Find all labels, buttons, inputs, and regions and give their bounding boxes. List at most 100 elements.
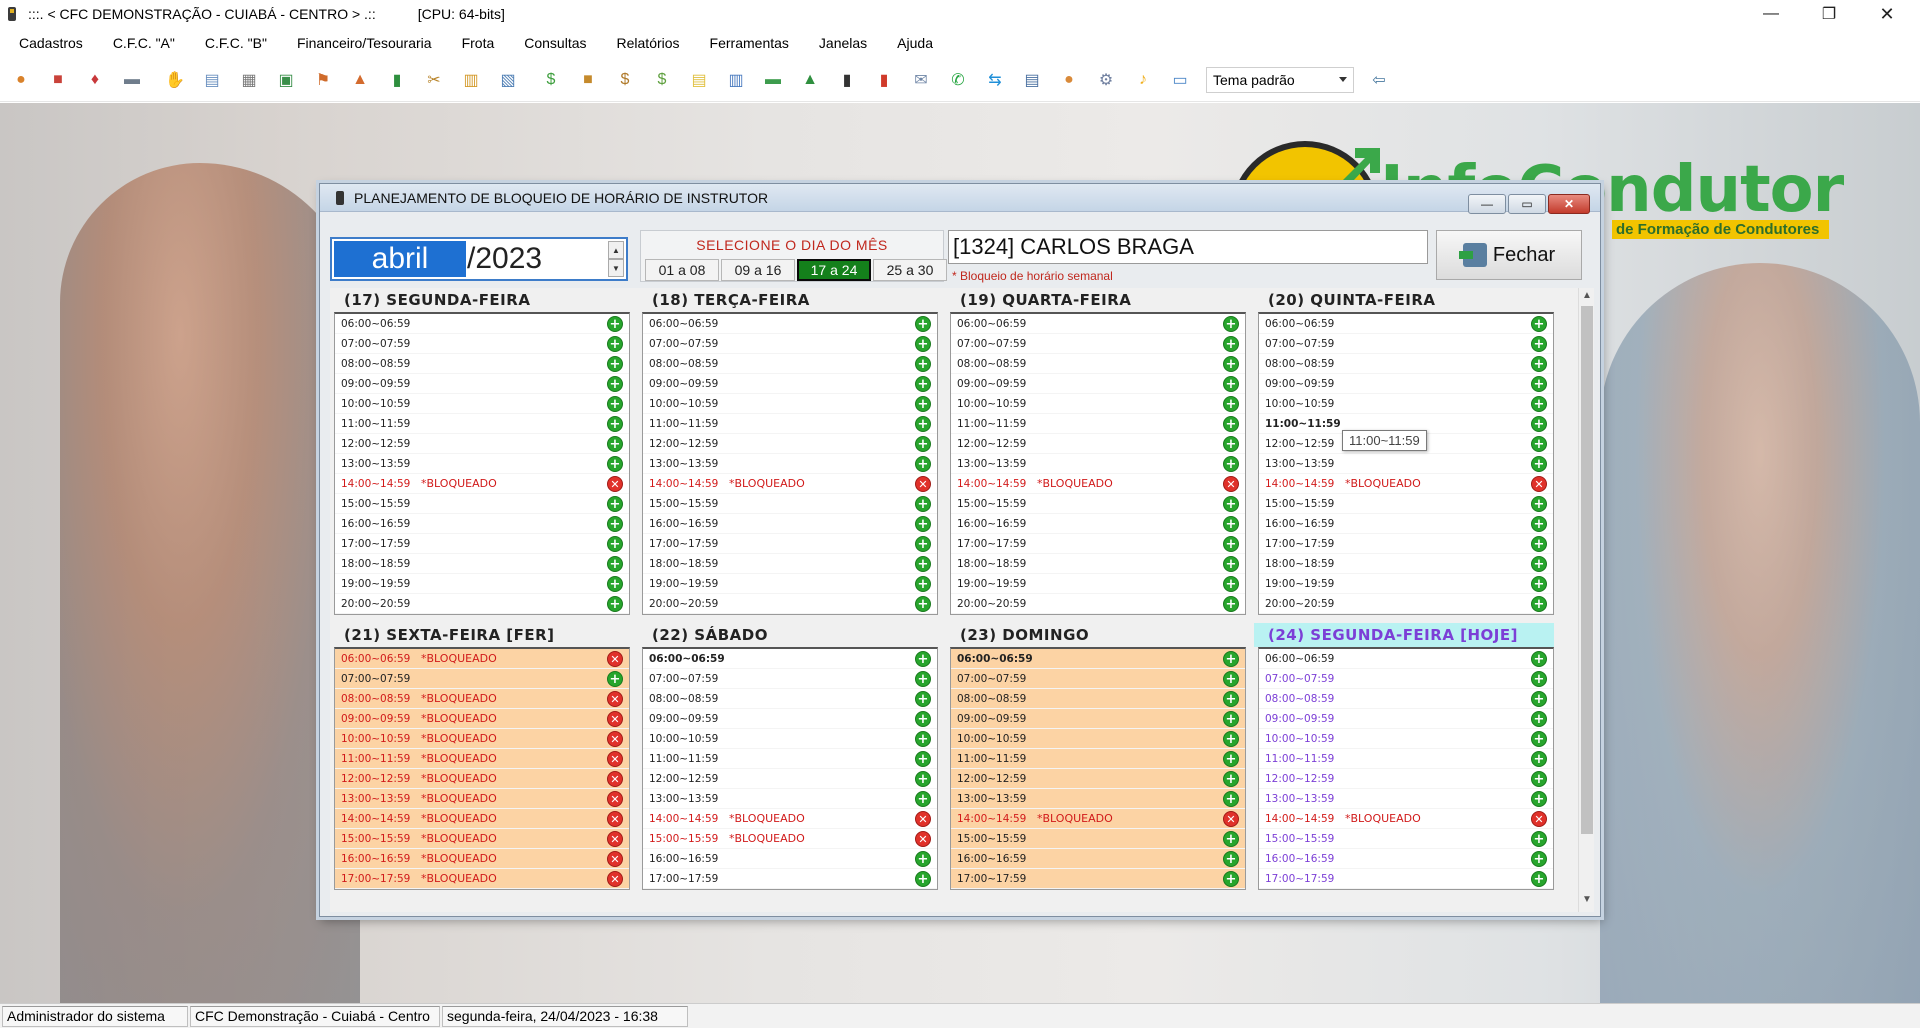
time-slot[interactable]: 18:00~18:59 +: [1259, 554, 1553, 574]
time-slot[interactable]: 18:00~18:59 +: [335, 554, 629, 574]
time-slot[interactable]: 08:00~08:59 *BLOQUEADO ✕: [335, 689, 629, 709]
add-block-icon[interactable]: +: [1223, 376, 1239, 392]
add-block-icon[interactable]: +: [1531, 771, 1547, 787]
add-block-icon[interactable]: +: [607, 396, 623, 412]
add-block-icon[interactable]: +: [1531, 536, 1547, 552]
time-slot[interactable]: 12:00~12:59 +: [335, 434, 629, 454]
list-icon[interactable]: ▤: [1017, 65, 1047, 95]
add-block-icon[interactable]: +: [607, 336, 623, 352]
time-slot[interactable]: 13:00~13:59 *BLOQUEADO ✕: [335, 789, 629, 809]
add-block-icon[interactable]: +: [1223, 416, 1239, 432]
year-value[interactable]: /2023: [467, 242, 542, 276]
add-block-icon[interactable]: +: [1223, 436, 1239, 452]
time-slot[interactable]: 09:00~09:59 +: [643, 709, 937, 729]
time-slot[interactable]: 17:00~17:59 +: [643, 534, 937, 554]
time-slot[interactable]: 10:00~10:59 +: [951, 394, 1245, 414]
add-block-icon[interactable]: +: [1223, 556, 1239, 572]
add-block-icon[interactable]: +: [1223, 731, 1239, 747]
remove-block-icon[interactable]: ✕: [607, 771, 623, 787]
upload-icon[interactable]: ▲: [345, 65, 375, 95]
time-slot[interactable]: 09:00~09:59 +: [643, 374, 937, 394]
instructor-field[interactable]: [1324] CARLOS BRAGA: [948, 230, 1428, 264]
time-slot[interactable]: 07:00~07:59 +: [1259, 334, 1553, 354]
time-slot[interactable]: 18:00~18:59 +: [951, 554, 1245, 574]
document-icon[interactable]: ▤: [197, 65, 227, 95]
time-slot[interactable]: 06:00~06:59 +: [643, 649, 937, 669]
remove-block-icon[interactable]: ✕: [1223, 476, 1239, 492]
time-slot[interactable]: 11:00~11:59 +: [335, 414, 629, 434]
time-slot[interactable]: 11:00~11:59 +: [1259, 749, 1553, 769]
add-block-icon[interactable]: +: [607, 456, 623, 472]
email-icon[interactable]: ✉: [906, 65, 936, 95]
remove-block-icon[interactable]: ✕: [607, 871, 623, 887]
time-slot[interactable]: 07:00~07:59 +: [951, 334, 1245, 354]
time-slot[interactable]: 17:00~17:59 +: [1259, 534, 1553, 554]
time-slot[interactable]: 07:00~07:59 +: [951, 669, 1245, 689]
add-block-icon[interactable]: +: [1531, 496, 1547, 512]
time-slot[interactable]: 19:00~19:59 +: [643, 574, 937, 594]
add-block-icon[interactable]: +: [607, 556, 623, 572]
time-slot[interactable]: 15:00~15:59 +: [643, 494, 937, 514]
range-17-24-button[interactable]: 17 a 24: [797, 259, 871, 281]
add-block-icon[interactable]: +: [1223, 711, 1239, 727]
add-block-icon[interactable]: +: [915, 436, 931, 452]
remove-block-icon[interactable]: ✕: [607, 476, 623, 492]
time-slot[interactable]: 09:00~09:59 +: [1259, 374, 1553, 394]
printer-icon[interactable]: ▦: [234, 65, 264, 95]
vertical-scrollbar[interactable]: ▲ ▼: [1578, 288, 1594, 912]
month-year-spinner[interactable]: abril /2023 ▲ ▼: [330, 237, 628, 281]
add-block-icon[interactable]: +: [1531, 436, 1547, 452]
fechar-button[interactable]: Fechar: [1436, 230, 1582, 280]
money-bag-icon[interactable]: $: [610, 65, 640, 95]
add-block-icon[interactable]: +: [607, 671, 623, 687]
add-block-icon[interactable]: +: [1531, 651, 1547, 667]
time-slot[interactable]: 16:00~16:59 +: [1259, 514, 1553, 534]
add-block-icon[interactable]: +: [915, 516, 931, 532]
add-block-icon[interactable]: +: [915, 496, 931, 512]
time-slot[interactable]: 08:00~08:59 +: [951, 689, 1245, 709]
time-slot[interactable]: 09:00~09:59 *BLOQUEADO ✕: [335, 709, 629, 729]
add-block-icon[interactable]: +: [1223, 851, 1239, 867]
time-slot[interactable]: 13:00~13:59 +: [643, 454, 937, 474]
time-slot[interactable]: 19:00~19:59 +: [951, 574, 1245, 594]
time-slot[interactable]: 13:00~13:59 +: [951, 454, 1245, 474]
time-slot[interactable]: 17:00~17:59 +: [643, 869, 937, 889]
add-block-icon[interactable]: +: [1223, 671, 1239, 687]
time-slot[interactable]: 08:00~08:59 +: [951, 354, 1245, 374]
dialog-close-button[interactable]: ✕: [1548, 194, 1590, 214]
add-block-icon[interactable]: +: [915, 316, 931, 332]
remove-block-icon[interactable]: ✕: [607, 751, 623, 767]
add-block-icon[interactable]: +: [915, 771, 931, 787]
time-slot[interactable]: 08:00~08:59 +: [643, 354, 937, 374]
restore-button[interactable]: ❐: [1800, 0, 1858, 28]
add-block-icon[interactable]: +: [915, 651, 931, 667]
time-slot[interactable]: 08:00~08:59 +: [643, 689, 937, 709]
money-icon[interactable]: $: [536, 65, 566, 95]
add-block-icon[interactable]: +: [915, 396, 931, 412]
add-block-icon[interactable]: +: [1531, 336, 1547, 352]
exit-icon[interactable]: ⇦: [1364, 65, 1394, 95]
time-slot[interactable]: 15:00~15:59 *BLOQUEADO ✕: [643, 829, 937, 849]
bell-icon[interactable]: ♪: [1128, 65, 1158, 95]
add-block-icon[interactable]: +: [1531, 791, 1547, 807]
add-block-icon[interactable]: +: [1531, 671, 1547, 687]
time-slot[interactable]: 11:00~11:59 +: [951, 749, 1245, 769]
time-slot[interactable]: 09:00~09:59 +: [335, 374, 629, 394]
add-block-icon[interactable]: +: [1223, 871, 1239, 887]
time-slot[interactable]: 18:00~18:59 +: [643, 554, 937, 574]
cash-register-icon[interactable]: ■: [43, 65, 73, 95]
time-slot[interactable]: 07:00~07:59 +: [1259, 669, 1553, 689]
time-slot[interactable]: 12:00~12:59 +: [643, 769, 937, 789]
time-slot[interactable]: 08:00~08:59 +: [1259, 354, 1553, 374]
time-slot[interactable]: 14:00~14:59 *BLOQUEADO ✕: [335, 809, 629, 829]
minimize-button[interactable]: —: [1742, 0, 1800, 28]
add-block-icon[interactable]: +: [1223, 356, 1239, 372]
time-slot[interactable]: 17:00~17:59 *BLOQUEADO ✕: [335, 869, 629, 889]
add-block-icon[interactable]: +: [915, 731, 931, 747]
add-block-icon[interactable]: +: [915, 576, 931, 592]
time-slot[interactable]: 15:00~15:59 +: [1259, 829, 1553, 849]
time-slot[interactable]: 17:00~17:59 +: [335, 534, 629, 554]
add-block-icon[interactable]: +: [915, 336, 931, 352]
time-slot[interactable]: 17:00~17:59 +: [951, 534, 1245, 554]
time-slot[interactable]: 11:00~11:59 +: [643, 414, 937, 434]
